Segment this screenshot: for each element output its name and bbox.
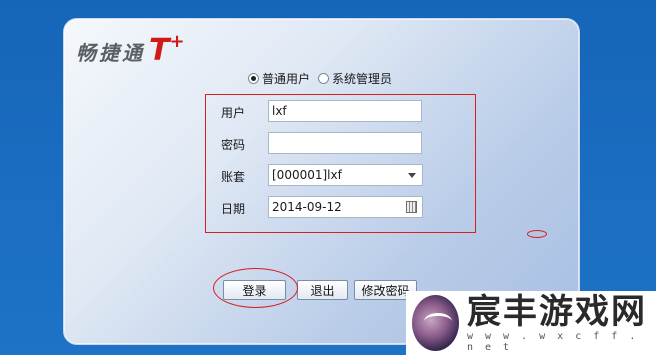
chevron-down-icon[interactable] — [408, 173, 416, 178]
watermark-title: 宸丰游戏网 — [466, 292, 647, 332]
radio-checked-icon[interactable] — [248, 73, 259, 84]
radio-system-admin[interactable]: 系统管理员 — [318, 70, 392, 87]
login-form-highlight: 用户 lxf 密码 账套 [000001]lxf 日期 2014-09-12 — [205, 94, 476, 233]
password-label: 密码 — [221, 138, 246, 152]
radio-system-admin-label: 系统管理员 — [332, 72, 393, 86]
date-label: 日期 — [221, 202, 246, 216]
date-input[interactable]: 2014-09-12 — [268, 196, 423, 218]
date-input-value: 2014-09-12 — [272, 200, 342, 214]
dragon-logo-icon — [412, 295, 459, 351]
logo-text: 畅捷通 — [76, 40, 145, 65]
login-type-group: 普通用户 系统管理员 — [248, 70, 396, 87]
user-label: 用户 — [221, 106, 246, 120]
exit-button[interactable]: 退出 — [297, 280, 348, 300]
watermark-text: 宸丰游戏网 w w w . w x c f f . n e t — [467, 293, 656, 353]
account-select[interactable]: [000001]lxf — [268, 164, 423, 186]
watermark: 宸丰游戏网 w w w . w x c f f . n e t — [406, 291, 656, 355]
annotation-ellipse-small — [527, 230, 547, 238]
calendar-icon[interactable] — [406, 201, 417, 213]
radio-unchecked-icon[interactable] — [318, 73, 330, 84]
radio-normal-user-label: 普通用户 — [262, 72, 311, 86]
app-logo: 畅捷通 T + — [76, 30, 185, 68]
watermark-url: w w w . w x c f f . n e t — [466, 331, 639, 353]
password-input[interactable] — [268, 132, 422, 154]
account-label: 账套 — [221, 170, 246, 184]
annotation-ellipse-login — [213, 268, 298, 308]
logo-plus: + — [169, 30, 185, 52]
user-input-value: lxf — [272, 104, 287, 118]
account-select-value: [000001]lxf — [272, 168, 342, 182]
logo-mark: T — [149, 33, 170, 68]
user-input[interactable]: lxf — [268, 100, 422, 122]
radio-normal-user[interactable]: 普通用户 — [248, 70, 310, 87]
